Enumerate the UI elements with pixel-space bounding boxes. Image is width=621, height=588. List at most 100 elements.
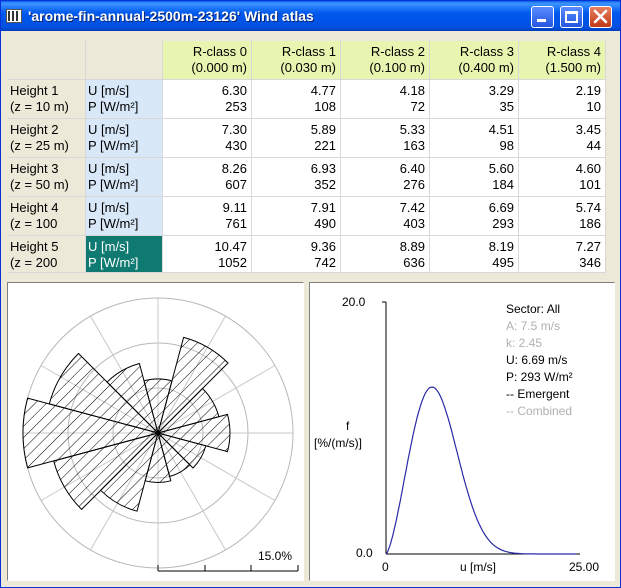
column-header[interactable]: R-class 0 (0.000 m) [163, 41, 252, 80]
wind-rose-panel: 15.0% [7, 282, 304, 581]
table-cell[interactable]: 3.45 44 [519, 119, 606, 158]
row-header[interactable]: Height 5 (z = 200 [7, 236, 86, 273]
column-header[interactable]: R-class 4 (1.500 m) [519, 41, 606, 80]
mean-speed-value: 3.45 [575, 122, 601, 137]
row-header-name: Height 2 [10, 122, 59, 137]
power-density-value: 346 [579, 255, 601, 270]
power-density-value: 186 [579, 216, 601, 231]
unit-cell[interactable]: U [m/s] P [W/m²] [86, 80, 163, 119]
table-cell[interactable]: 6.69 293 [430, 197, 519, 236]
unit-cell[interactable]: U [m/s] P [W/m²] [86, 197, 163, 236]
mean-speed-value: 7.42 [399, 200, 425, 215]
mean-speed-value: 9.11 [222, 200, 247, 215]
mean-speed-value: 4.60 [575, 161, 601, 176]
mean-speed-value: 4.51 [488, 122, 514, 137]
table-cell[interactable]: 7.27 346 [519, 236, 606, 273]
mean-speed-value: 6.93 [310, 161, 336, 176]
power-density-value: 276 [403, 177, 425, 192]
row-header-height: (z = 200 [10, 255, 58, 270]
power-density-value: 253 [225, 99, 247, 114]
row-header-name: Height 4 [10, 200, 59, 215]
unit-power-label: P [W/m²] [88, 255, 139, 270]
mean-speed-value: 4.18 [399, 83, 425, 98]
wind-atlas-table: R-class 0 (0.000 m) R-class 1 (0.030 m) R-cl… [7, 41, 606, 273]
table-cell[interactable]: 8.19 495 [430, 236, 519, 273]
table-cell[interactable]: 3.29 35 [430, 80, 519, 119]
unit-power-label: P [W/m²] [88, 216, 139, 231]
power-density-value: 352 [314, 177, 336, 192]
minimize-icon [537, 19, 546, 22]
table-cell[interactable]: 9.11 761 [163, 197, 252, 236]
row-header[interactable]: Height 3 (z = 50 m) [7, 158, 86, 197]
maximize-icon [565, 11, 578, 23]
power-density-value: 35 [499, 99, 514, 114]
power-density-value: 607 [225, 177, 247, 192]
column-header[interactable]: R-class 3 (0.400 m) [430, 41, 519, 80]
row-header[interactable]: Height 1 (z = 10 m) [7, 80, 86, 119]
minimize-button[interactable] [531, 6, 554, 28]
column-header[interactable]: R-class 2 (0.100 m) [341, 41, 430, 80]
mean-speed-value: 9.36 [310, 239, 336, 254]
window-title: 'arome-fin-annual-2500m-23126' Wind atla… [28, 8, 314, 24]
y-axis-label-units: [%/(m/s)] [314, 436, 362, 450]
mean-speed-label: U: 6.69 m/s [506, 353, 568, 367]
wind-rose-chart [22, 297, 299, 572]
table-cell[interactable]: 5.89 221 [252, 119, 341, 158]
wind-atlas-window: 'arome-fin-annual-2500m-23126' Wind atla… [0, 0, 621, 588]
table-cell[interactable]: 4.77 108 [252, 80, 341, 119]
unit-cell[interactable]: U [m/s] P [W/m²] [86, 119, 163, 158]
table-cell[interactable]: 6.40 276 [341, 158, 430, 197]
column-header-name: R-class 3 [459, 44, 514, 59]
row-header-height: (z = 25 m) [10, 138, 69, 153]
column-header-roughness: (1.500 m) [545, 60, 601, 75]
sector-label: Sector: All [506, 302, 561, 316]
combined-legend: -- Combined [506, 404, 573, 418]
table-cell[interactable]: 8.26 607 [163, 158, 252, 197]
table-corner-units [86, 41, 163, 80]
power-density-value: 490 [314, 216, 336, 231]
title-bar[interactable]: 'arome-fin-annual-2500m-23126' Wind atla… [1, 1, 620, 31]
unit-cell[interactable]: U [m/s] P [W/m²] [86, 158, 163, 197]
table-cell[interactable]: 5.74 186 [519, 197, 606, 236]
power-density-value: 430 [225, 138, 247, 153]
table-cell[interactable]: 7.30 430 [163, 119, 252, 158]
table-cell[interactable]: 7.42 403 [341, 197, 430, 236]
table-cell[interactable]: 10.47 1052 [163, 236, 252, 273]
table-cell[interactable]: 6.93 352 [252, 158, 341, 197]
table-cell[interactable]: 6.30 253 [163, 80, 252, 119]
power-density-value: 98 [499, 138, 514, 153]
column-header[interactable]: R-class 1 (0.030 m) [252, 41, 341, 80]
mean-speed-value: 5.74 [575, 200, 601, 215]
table-cell[interactable]: 5.33 163 [341, 119, 430, 158]
power-density-value: 44 [586, 138, 601, 153]
maximize-button[interactable] [560, 6, 583, 28]
table-cell[interactable]: 4.51 98 [430, 119, 519, 158]
x-axis-min-label: 0 [382, 560, 389, 574]
mean-speed-value: 5.89 [310, 122, 336, 137]
row-header[interactable]: Height 2 (z = 25 m) [7, 119, 86, 158]
table-cell[interactable]: 2.19 10 [519, 80, 606, 119]
row-header[interactable]: Height 4 (z = 100 [7, 197, 86, 236]
unit-speed-label: U [m/s] [88, 239, 130, 254]
unit-speed-label: U [m/s] [88, 83, 130, 98]
mean-speed-value: 7.30 [221, 122, 247, 137]
mean-speed-value: 5.33 [399, 122, 425, 137]
table-cell[interactable]: 5.60 184 [430, 158, 519, 197]
table-cell[interactable]: 9.36 742 [252, 236, 341, 273]
power-density-value: 761 [225, 216, 247, 231]
power-density-label: P: 293 W/m² [506, 370, 573, 384]
table-cell[interactable]: 4.18 72 [341, 80, 430, 119]
mean-speed-value: 7.91 [310, 200, 336, 215]
mean-speed-value: 2.19 [575, 83, 601, 98]
power-density-value: 636 [403, 255, 425, 270]
column-header-roughness: (0.100 m) [369, 60, 425, 75]
power-density-value: 742 [314, 255, 336, 270]
close-button[interactable] [589, 6, 612, 28]
table-cell[interactable]: 8.89 636 [341, 236, 430, 273]
mean-speed-value: 8.26 [221, 161, 247, 176]
unit-power-label: P [W/m²] [88, 177, 139, 192]
table-cell[interactable]: 7.91 490 [252, 197, 341, 236]
unit-cell[interactable]: U [m/s] P [W/m²] [86, 236, 163, 273]
table-cell[interactable]: 4.60 101 [519, 158, 606, 197]
row-header-height: (z = 50 m) [10, 177, 69, 192]
